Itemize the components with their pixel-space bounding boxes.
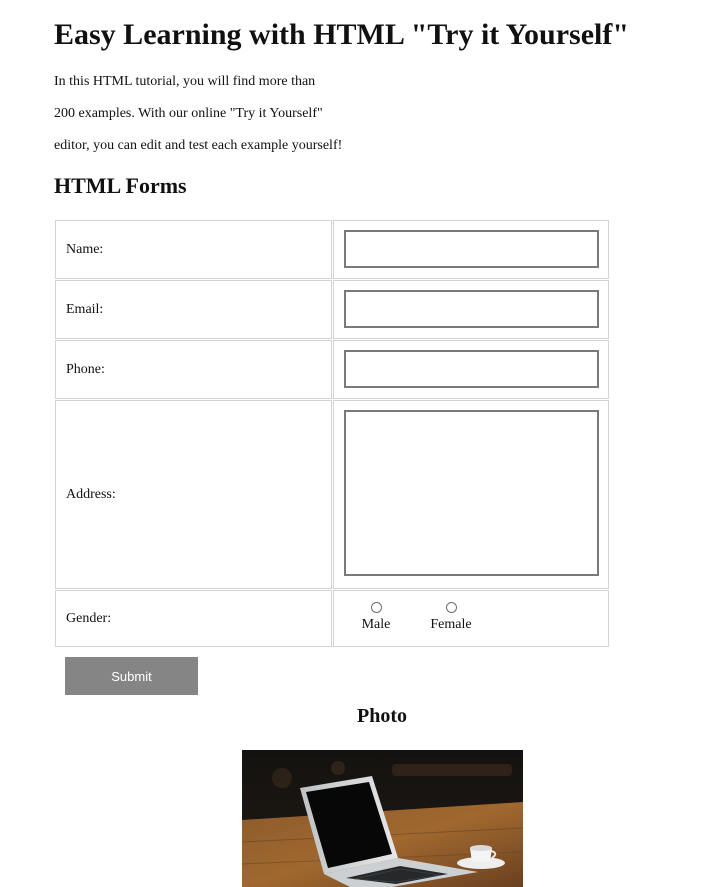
address-label-cell: Address:	[55, 400, 332, 589]
email-input[interactable]	[344, 290, 599, 328]
gender-label-cell: Gender:	[55, 590, 332, 647]
forms-heading: HTML Forms	[54, 173, 187, 198]
female-radio[interactable]	[445, 602, 457, 613]
intro-line-3: editor, you can edit and test each examp…	[54, 138, 343, 153]
female-radio-label: Female	[430, 617, 472, 632]
email-field-cell	[333, 280, 609, 339]
name-label-cell: Name:	[55, 220, 332, 279]
phone-label: Phone:	[66, 361, 105, 377]
gender-option-female[interactable]: Female	[421, 602, 481, 633]
gender-field-cell: Male Female	[333, 590, 609, 647]
submit-button[interactable]: Submit	[65, 657, 198, 695]
name-label: Name:	[66, 241, 104, 257]
email-label: Email:	[66, 301, 104, 317]
photo-heading: Photo	[357, 705, 407, 727]
male-radio-label: Male	[361, 617, 391, 632]
gender-option-male[interactable]: Male	[346, 602, 406, 633]
address-field-cell	[333, 400, 609, 589]
gender-label: Gender:	[66, 610, 112, 626]
laptop-coffee-photo	[242, 750, 523, 887]
email-label-cell: Email:	[55, 280, 332, 339]
intro-line-1: In this HTML tutorial, you will find mor…	[54, 74, 316, 89]
address-textarea[interactable]	[344, 410, 599, 576]
name-input[interactable]	[344, 230, 599, 268]
phone-label-cell: Phone:	[55, 340, 332, 399]
phone-input[interactable]	[344, 350, 599, 388]
phone-field-cell	[333, 340, 609, 399]
male-radio[interactable]	[370, 602, 382, 613]
address-label: Address:	[66, 486, 116, 502]
name-field-cell	[333, 220, 609, 279]
intro-line-2: 200 examples. With our online "Try it Yo…	[54, 106, 323, 121]
page-title: Easy Learning with HTML "Try it Yourself…	[54, 18, 629, 51]
